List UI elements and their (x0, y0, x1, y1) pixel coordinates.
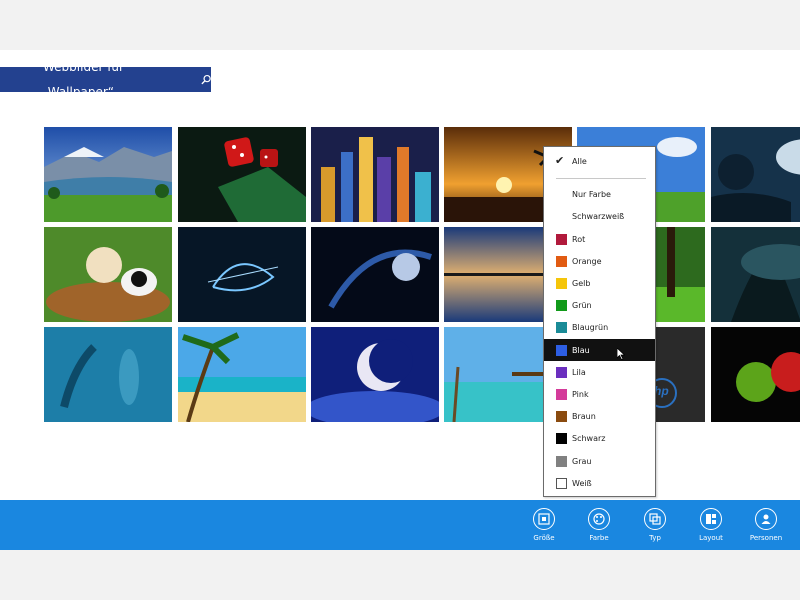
menu-item-label: Grün (572, 300, 592, 310)
people-button-label: Personen (749, 534, 783, 542)
menu-item-label: Nur Farbe (572, 189, 611, 199)
image-thumbnail-moon-clouds[interactable] (311, 327, 439, 422)
bottom-band (0, 550, 800, 600)
search-header[interactable]: Webbilder für „Wallpaper“ (0, 60, 211, 99)
layout-button-label: Layout (699, 534, 723, 542)
color-swatch (556, 256, 567, 267)
color-button[interactable]: Farbe (571, 508, 627, 548)
size-button[interactable]: Größe (516, 508, 572, 548)
menu-item-lila[interactable]: Lila (544, 361, 655, 383)
type-button-label: Typ (649, 534, 661, 542)
menu-item-label: Blaugrün (572, 322, 609, 332)
color-swatch (556, 234, 567, 245)
menu-item-label: Schwarzweiß (572, 211, 625, 221)
image-thumbnail-mountain-lake[interactable] (44, 127, 172, 222)
menu-item-label: Lila (572, 367, 586, 377)
person-icon (761, 514, 771, 524)
palette-icon (593, 513, 605, 525)
color-swatch (556, 456, 567, 467)
search-query-label: Webbilder für „Wallpaper“ (43, 59, 124, 99)
layout-button[interactable]: Layout (683, 508, 739, 548)
menu-item-label: Pink (572, 389, 589, 399)
menu-item-label: Braun (572, 411, 596, 421)
size-icon (538, 513, 550, 525)
type-button[interactable]: Typ (627, 508, 683, 548)
image-thumbnail-fractal[interactable] (311, 227, 439, 322)
menu-item-label: Orange (572, 256, 602, 266)
color-swatch (556, 300, 567, 311)
color-swatch (556, 278, 567, 289)
image-thumbnail-dark-tree[interactable] (711, 227, 800, 322)
image-results-grid: hp (44, 127, 800, 423)
menu-item-orange[interactable]: Orange (544, 250, 655, 272)
menu-item-label: Alle (572, 156, 587, 166)
menu-item-label: Gelb (572, 278, 591, 288)
menu-separator (556, 178, 646, 179)
thumbnail-brand-text: hp (654, 384, 669, 398)
app-bar: Größe Farbe Typ Layout Personen (0, 500, 800, 550)
color-swatch (556, 345, 567, 356)
image-thumbnail-tropical-beach[interactable] (178, 327, 306, 422)
menu-item-rot[interactable]: Rot (544, 228, 655, 250)
image-thumbnail-night-tree[interactable] (711, 127, 800, 222)
menu-item-schwarzweiss[interactable]: Schwarzweiß (544, 205, 655, 227)
menu-item-gruen[interactable]: Grün (544, 294, 655, 316)
image-thumbnail-dice[interactable] (178, 127, 306, 222)
menu-item-label: Weiß (572, 478, 592, 488)
menu-item-label: Rot (572, 234, 586, 244)
checkmark-icon: ✔ (555, 154, 565, 167)
menu-item-label: Blau (572, 345, 590, 355)
menu-item-weiss[interactable]: Weiß (544, 472, 655, 494)
color-button-label: Farbe (589, 534, 609, 542)
menu-item-schwarz[interactable]: Schwarz (544, 427, 655, 449)
search-icon[interactable] (200, 74, 211, 85)
image-thumbnail-kitten-puppy[interactable] (44, 227, 172, 322)
top-band (0, 0, 800, 50)
image-thumbnail-mermaids[interactable] (44, 327, 172, 422)
menu-item-pink[interactable]: Pink (544, 383, 655, 405)
menu-item-braun[interactable]: Braun (544, 405, 655, 427)
menu-item-gelb[interactable]: Gelb (544, 272, 655, 294)
people-button[interactable]: Personen (738, 508, 794, 548)
color-swatch (556, 389, 567, 400)
color-swatch (556, 478, 567, 489)
menu-item-blaugruen[interactable]: Blaugrün (544, 316, 655, 338)
menu-item-grau[interactable]: Grau (544, 450, 655, 472)
menu-item-blau[interactable]: Blau (544, 339, 655, 361)
color-swatch (556, 367, 567, 378)
layout-icon (706, 514, 716, 524)
menu-item-nur-farbe[interactable]: Nur Farbe (544, 183, 655, 205)
size-button-label: Größe (533, 534, 555, 542)
menu-item-label: Grau (572, 456, 592, 466)
image-thumbnail-abstract-light[interactable] (178, 227, 306, 322)
color-swatch (556, 411, 567, 422)
mouse-cursor-icon (617, 348, 625, 360)
color-swatch (556, 433, 567, 444)
color-swatch (556, 322, 567, 333)
type-icon (649, 513, 661, 525)
color-filter-menu: ✔ Alle Nur Farbe Schwarzweiß Rot Orange Gelb… (543, 146, 656, 497)
image-thumbnail-city-night[interactable] (311, 127, 439, 222)
menu-item-label: Schwarz (572, 433, 606, 443)
image-thumbnail-apples[interactable] (711, 327, 800, 422)
menu-item-all[interactable]: ✔ Alle (544, 150, 655, 172)
